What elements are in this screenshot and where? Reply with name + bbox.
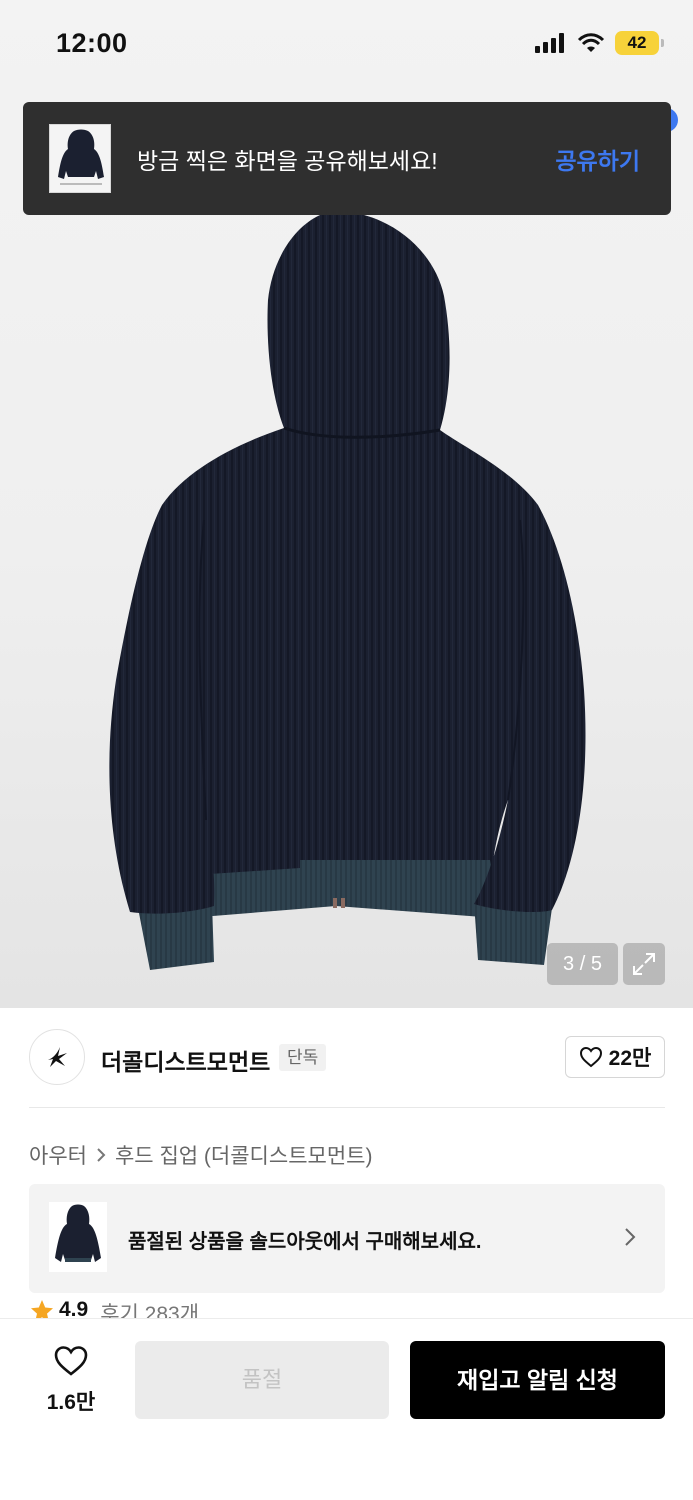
soldout-button: 품절 <box>135 1341 389 1419</box>
brand-row[interactable]: 더콜디스트모먼트 단독 22만 <box>29 1029 665 1086</box>
soldout-thumbnail <box>49 1202 107 1272</box>
status-bar: 12:00 42 <box>0 0 693 88</box>
status-icons: 42 <box>535 31 664 55</box>
image-counter: 3 / 5 <box>547 943 618 985</box>
restock-alert-button[interactable]: 재입고 알림 신청 <box>410 1341 665 1419</box>
breadcrumb-subcategory[interactable]: 후드 집업 (더콜디스트모먼트) <box>115 1140 373 1170</box>
wishlist-button[interactable]: 1.6만 <box>40 1345 102 1416</box>
soldout-message: 품절된 상품을 솔드아웃에서 구매해보세요. <box>128 1231 482 1253</box>
share-toast: 방금 찍은 화면을 공유해보세요! 공유하기 <box>23 102 671 215</box>
chevron-right-icon <box>625 1228 636 1246</box>
heart-icon <box>579 1046 602 1068</box>
brand-like-count: 22만 <box>608 1047 652 1070</box>
expand-icon <box>633 953 655 975</box>
divider <box>29 1107 665 1108</box>
chevron-right-icon <box>97 1148 106 1162</box>
hoodie-thumbnail-image <box>55 1204 101 1262</box>
thumbnail-image <box>58 129 104 185</box>
bottom-action-bar: 1.6만 품절 재입고 알림 신청 <box>0 1318 693 1500</box>
brand-like-button[interactable]: 22만 <box>565 1036 665 1078</box>
heart-icon <box>54 1346 88 1376</box>
battery-level: 42 <box>627 33 647 52</box>
exclusive-badge: 단독 <box>279 1044 327 1071</box>
brand-name[interactable]: 더콜디스트모먼트 <box>101 1043 270 1077</box>
wishlist-count: 1.6만 <box>46 1391 96 1414</box>
share-button[interactable]: 공유하기 <box>555 142 640 176</box>
battery-indicator: 42 <box>615 31 664 55</box>
toast-message: 방금 찍은 화면을 공유해보세요! <box>137 148 438 174</box>
breadcrumb: 아우터 후드 집업 (더콜디스트모먼트) <box>29 1140 372 1170</box>
wifi-icon <box>577 33 605 52</box>
signal-icon <box>535 33 564 53</box>
expand-image-button[interactable] <box>623 943 665 985</box>
breadcrumb-category[interactable]: 아우터 <box>29 1140 87 1170</box>
brand-logo[interactable] <box>29 1029 85 1085</box>
soldout-banner[interactable]: 품절된 상품을 솔드아웃에서 구매해보세요. <box>29 1184 665 1293</box>
status-time: 12:00 <box>56 28 128 58</box>
screenshot-thumbnail <box>49 124 111 193</box>
brand-logo-icon <box>48 1047 67 1067</box>
